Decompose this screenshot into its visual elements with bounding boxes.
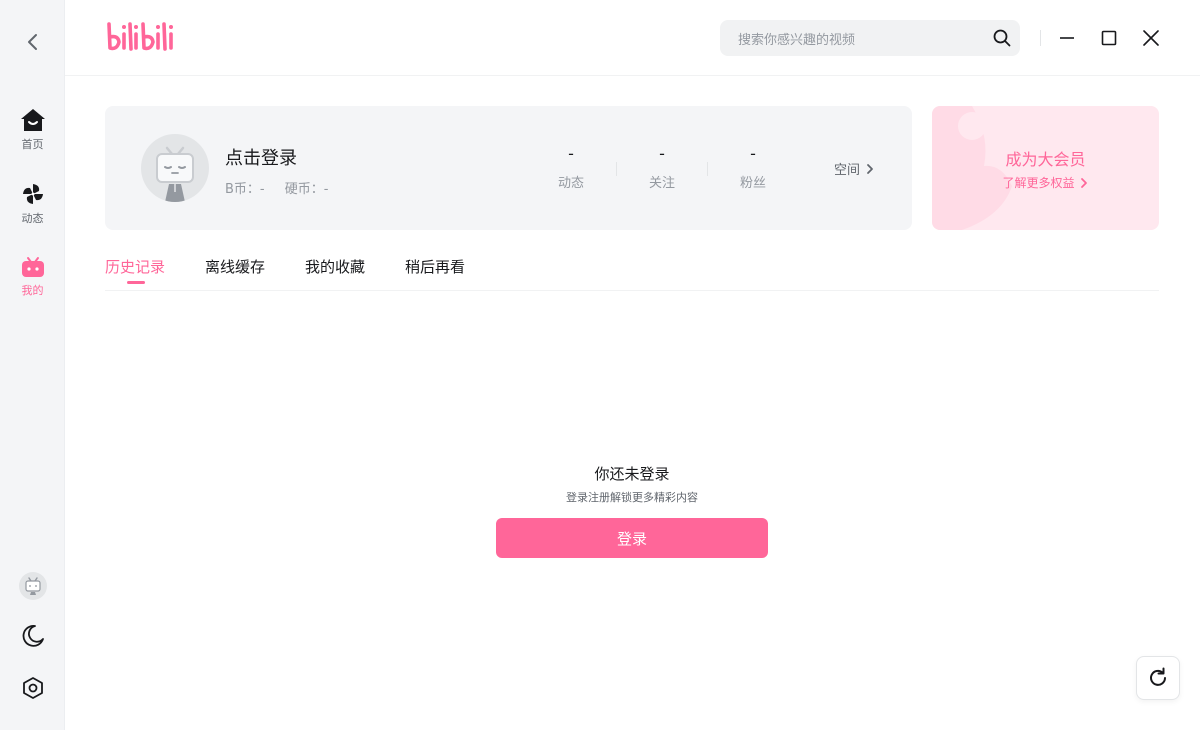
tab-bar: 历史记录 离线缓存 我的收藏 稍后再看 xyxy=(105,250,1159,291)
coin-info: B币：- 硬币：- xyxy=(225,178,344,197)
tab-favorites[interactable]: 我的收藏 xyxy=(305,256,365,277)
stat-value: - xyxy=(568,144,574,163)
stat-label: 关注 xyxy=(648,176,675,191)
vip-title: 成为大会员 xyxy=(1005,150,1086,169)
stat-following[interactable]: - 关注 xyxy=(622,144,702,191)
bilibili-logo[interactable] xyxy=(105,20,177,58)
coin-count: 硬币：- xyxy=(284,182,329,197)
vip-card[interactable]: 成为大会员 了解更多权益 xyxy=(932,106,1159,230)
search-bar[interactable]: 搜索你感兴趣的视频 xyxy=(720,20,1020,56)
home-icon xyxy=(20,109,45,131)
divider xyxy=(1040,30,1041,46)
sidebar: 首页 动态 我的 xyxy=(0,0,65,730)
avatar-icon xyxy=(18,572,47,600)
empty-state-subtitle: 登录注册解锁更多精彩内容 xyxy=(566,491,698,504)
login-button[interactable]: 登录 xyxy=(496,518,768,558)
tv-icon xyxy=(21,257,44,277)
stat-dynamic[interactable]: - 动态 xyxy=(531,144,611,191)
sidebar-item-mine[interactable]: 我的 xyxy=(0,256,65,298)
stat-divider xyxy=(707,162,708,176)
stat-label: 粉丝 xyxy=(739,176,766,191)
stat-label: 动态 xyxy=(557,176,584,191)
dark-mode-button[interactable] xyxy=(0,624,65,648)
chevron-right-icon xyxy=(1080,177,1087,188)
sidebar-item-label: 首页 xyxy=(21,138,44,151)
close-button[interactable] xyxy=(1139,26,1163,50)
top-bar: 搜索你感兴趣的视频 xyxy=(65,0,1200,76)
search-button[interactable] xyxy=(984,20,1020,56)
refresh-button[interactable] xyxy=(1136,656,1180,700)
space-link-label: 空间 xyxy=(834,163,861,178)
stat-value: - xyxy=(750,144,756,163)
minimize-button[interactable] xyxy=(1055,26,1079,50)
chevron-left-icon xyxy=(28,34,37,50)
profile-card: 点击登录 B币：- 硬币：- - 动态 - 关注 - 粉丝 空间 xyxy=(105,106,912,230)
search-input[interactable]: 搜索你感兴趣的视频 xyxy=(738,29,984,48)
avatar[interactable] xyxy=(141,134,209,202)
sidebar-item-label: 我的 xyxy=(21,284,44,297)
minimize-icon xyxy=(1060,37,1074,39)
maximize-icon xyxy=(1101,30,1117,46)
sidebar-item-dynamic[interactable]: 动态 xyxy=(0,182,65,226)
b-coin-count: B币：- xyxy=(225,182,265,197)
vip-subtitle: 了解更多权益 xyxy=(1002,176,1075,190)
stat-divider xyxy=(616,162,617,176)
empty-state-title: 你还未登录 xyxy=(594,465,670,483)
tab-watch-later[interactable]: 稍后再看 xyxy=(405,256,465,277)
space-link[interactable]: 空间 xyxy=(834,159,876,178)
tab-history[interactable]: 历史记录 xyxy=(105,256,165,277)
close-icon xyxy=(1143,30,1159,46)
maximize-button[interactable] xyxy=(1097,26,1121,50)
stat-value: - xyxy=(659,144,665,163)
settings-icon xyxy=(22,677,43,699)
settings-button[interactable] xyxy=(0,676,65,700)
chevron-right-icon xyxy=(867,163,873,174)
moon-icon xyxy=(22,625,44,647)
user-avatar-button[interactable] xyxy=(0,572,65,600)
refresh-icon xyxy=(1150,667,1166,686)
tab-offline-cache[interactable]: 离线缓存 xyxy=(205,256,265,277)
back-button[interactable] xyxy=(21,30,45,54)
sidebar-item-label: 动态 xyxy=(21,212,44,225)
search-icon xyxy=(993,29,1011,47)
default-avatar-icon xyxy=(156,146,194,202)
stat-followers[interactable]: - 粉丝 xyxy=(713,144,793,191)
login-prompt[interactable]: 点击登录 xyxy=(225,144,297,170)
active-tab-indicator xyxy=(127,281,145,284)
sidebar-item-home[interactable]: 首页 xyxy=(0,108,65,152)
pinwheel-icon xyxy=(22,184,43,204)
vip-benefits-link[interactable]: 了解更多权益 xyxy=(932,174,1159,191)
